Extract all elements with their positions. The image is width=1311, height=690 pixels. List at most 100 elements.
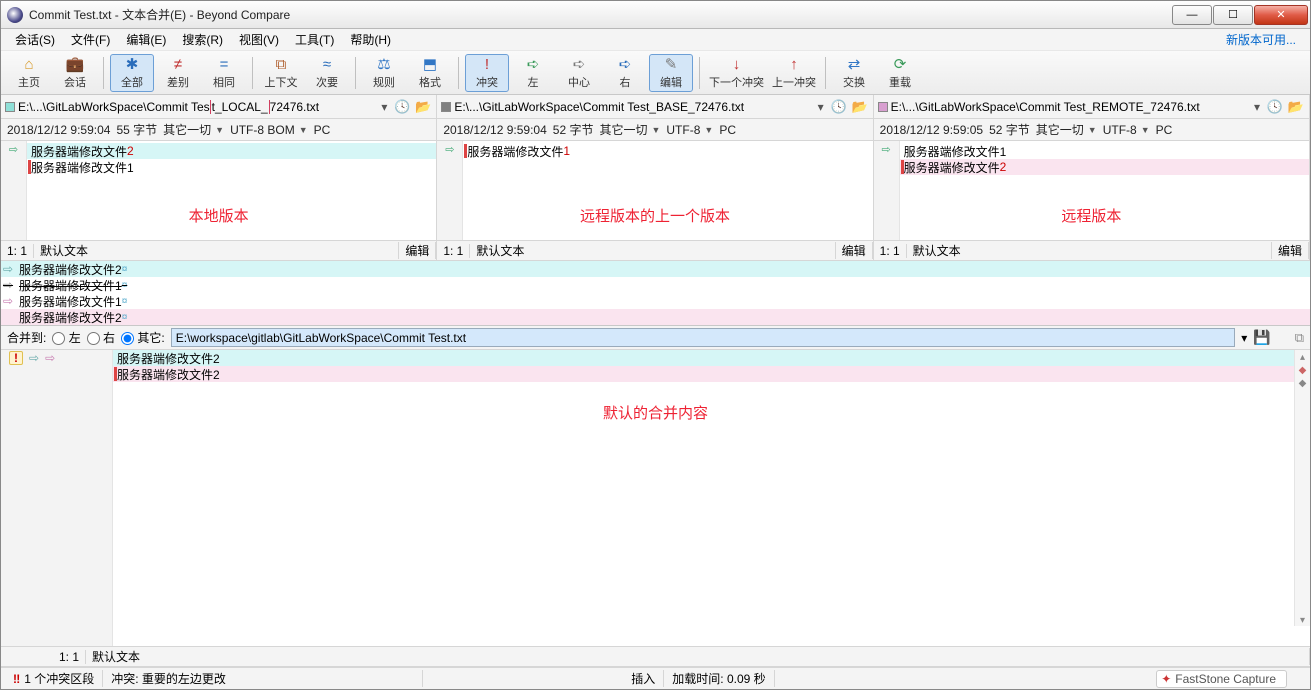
path-right[interactable]: E:\...\GitLabWorkSpace\Commit Test_REMOT…	[891, 100, 1248, 114]
toolbar-reload-button[interactable]: ⟳重载	[878, 54, 922, 92]
new-version-link[interactable]: 新版本可用...	[1226, 31, 1304, 48]
minimize-button[interactable]: —	[1172, 5, 1212, 25]
pane-center[interactable]: ⇨ 服务器端修改文件1 远程版本的上一个版本 1: 1 默认文本 编辑	[437, 141, 873, 260]
toolbar-home-button[interactable]: ⌂主页	[7, 54, 51, 92]
merge-to-left-radio[interactable]: 左	[52, 329, 80, 346]
output-line[interactable]: 服务器端修改文件2	[113, 366, 1310, 382]
format-icon: ⬒	[421, 55, 439, 73]
info-right: 2018/12/12 9:59:05 52 字节 其它一切▼ UTF-8▼ PC	[874, 119, 1310, 140]
conflict-count: ‼1 个冲突区段	[5, 670, 103, 687]
close-button[interactable]: ✕	[1254, 5, 1308, 25]
edit-icon: ✎	[662, 55, 680, 73]
toolbar-conflicts-button[interactable]: !冲突	[465, 54, 509, 92]
gutter: ⇨	[1, 141, 27, 240]
else-dropdown[interactable]: 其它一切	[163, 121, 211, 138]
text-area[interactable]: 服务器端修改文件1	[463, 141, 872, 240]
toolbar-all-button[interactable]: ✱全部	[110, 54, 154, 92]
menu-view[interactable]: 视图(V)	[231, 29, 287, 50]
text-area[interactable]: 服务器端修改文件2服务器端修改文件2	[113, 350, 1310, 646]
scroll-up-icon[interactable]: ▴	[1300, 352, 1305, 363]
merge-preview-line[interactable]: ⇨服务器端修改文件1¤	[1, 293, 1310, 309]
code-line[interactable]: 服务器端修改文件2	[900, 159, 1309, 175]
detach-icon[interactable]: ⧉	[1295, 330, 1304, 346]
dropdown-icon[interactable]: ▾	[815, 100, 827, 114]
output-pane[interactable]: !⇨⇨ 服务器端修改文件2服务器端修改文件2 ▴ ◆ ◆ ▾ 默认的合并内容 1…	[1, 350, 1310, 667]
pane-right[interactable]: ⇨ 服务器端修改文件1服务器端修改文件2 远程版本 1: 1 默认文本 编辑	[874, 141, 1310, 260]
merge-preview-line[interactable]: ⇨服务器端修改文件1¤	[1, 277, 1310, 293]
path-left[interactable]: E:\...\GitLabWorkSpace\Commit Test_LOCAL…	[18, 100, 375, 114]
encoding-dropdown[interactable]: UTF-8 BOM	[230, 123, 295, 137]
menu-help[interactable]: 帮助(H)	[342, 29, 399, 50]
history-icon[interactable]: 🕓	[393, 98, 411, 116]
merge-to-path-input[interactable]	[171, 328, 1235, 347]
dropdown-icon[interactable]: ▾	[1241, 331, 1247, 345]
pane-status: 1: 1 默认文本 编辑	[1, 240, 436, 260]
history-icon[interactable]: 🕓	[830, 98, 848, 116]
toolbar-label: 下一个冲突	[709, 74, 764, 90]
save-icon[interactable]: 💾	[1253, 329, 1270, 346]
browse-icon[interactable]: 📂	[1287, 98, 1305, 116]
scroll-down-icon[interactable]: ▾	[1300, 615, 1305, 626]
toolbar-label: 主页	[18, 74, 40, 90]
toolbar-right-button[interactable]: ➪右	[603, 54, 647, 92]
text-area[interactable]: 服务器端修改文件2服务器端修改文件1	[27, 141, 436, 240]
toolbar-minor-button[interactable]: ≈次要	[305, 54, 349, 92]
text-area[interactable]: 服务器端修改文件1服务器端修改文件2	[900, 141, 1309, 240]
info-center: 2018/12/12 9:59:04 52 字节 其它一切▼ UTF-8▼ PC	[437, 119, 873, 140]
code-line[interactable]: 服务器端修改文件2	[27, 143, 436, 159]
toolbar-swap-button[interactable]: ⇄交换	[832, 54, 876, 92]
toolbar-label: 相同	[213, 74, 235, 90]
merge-to-right-radio[interactable]: 右	[87, 329, 115, 346]
browse-icon[interactable]: 📂	[414, 98, 432, 116]
reload-icon: ⟳	[891, 55, 909, 73]
code-line[interactable]: 服务器端修改文件1	[27, 159, 436, 175]
toolbar-context-button[interactable]: ⧉上下文	[259, 54, 303, 92]
path-center-color	[441, 102, 451, 112]
code-line[interactable]: 服务器端修改文件1	[900, 143, 1309, 159]
merge-to-label: 合并到:	[7, 329, 46, 346]
toolbar-label: 上一冲突	[772, 74, 816, 90]
toolbar-edit-button[interactable]: ✎编辑	[649, 54, 693, 92]
encoding-dropdown[interactable]: UTF-8	[1103, 123, 1137, 137]
toolbar-center-button[interactable]: ➪中心	[557, 54, 601, 92]
browse-icon[interactable]: 📂	[851, 98, 869, 116]
else-dropdown[interactable]: 其它一切	[1036, 121, 1084, 138]
toolbar-next-conflict-button[interactable]: ↓下一个冲突	[706, 54, 767, 92]
menu-tools[interactable]: 工具(T)	[287, 29, 342, 50]
overview-strip[interactable]: ▴ ◆ ◆ ▾	[1294, 350, 1310, 626]
encoding-dropdown[interactable]: UTF-8	[666, 123, 700, 137]
merge-to-other-radio[interactable]: 其它:	[121, 329, 165, 346]
status-text: 默认文本	[34, 242, 399, 259]
dropdown-icon[interactable]: ▾	[378, 100, 390, 114]
merge-preview-line[interactable]: 服务器端修改文件2¤	[1, 309, 1310, 325]
toolbar-sessions-button[interactable]: 💼会话	[53, 54, 97, 92]
toolbar-same-button[interactable]: =相同	[202, 54, 246, 92]
app-window: Commit Test.txt - 文本合并(E) - Beyond Compa…	[0, 0, 1311, 690]
code-line[interactable]: 服务器端修改文件1	[463, 143, 872, 159]
toolbar-prev-conflict-button[interactable]: ↑上一冲突	[769, 54, 819, 92]
history-icon[interactable]: 🕓	[1266, 98, 1284, 116]
menu-session[interactable]: 会话(S)	[7, 29, 63, 50]
prev-conflict-icon: ↑	[785, 55, 803, 73]
toolbar-format-button[interactable]: ⬒格式	[408, 54, 452, 92]
toolbar-diffs-button[interactable]: ≠差别	[156, 54, 200, 92]
path-center[interactable]: E:\...\GitLabWorkSpace\Commit Test_BASE_…	[454, 100, 811, 114]
merge-preview-line[interactable]: ⇨服务器端修改文件2¤	[1, 261, 1310, 277]
pane-left[interactable]: ⇨ 服务器端修改文件2服务器端修改文件1 本地版本 1: 1 默认文本 编辑	[1, 141, 437, 260]
status-mode: 编辑	[399, 242, 436, 259]
menu-edit[interactable]: 编辑(E)	[118, 29, 174, 50]
toolbar-left-button[interactable]: ➪左	[511, 54, 555, 92]
conflict-detail: 冲突: 重要的左边更改	[103, 670, 423, 687]
dropdown-icon[interactable]: ▾	[1251, 100, 1263, 114]
statusbar: ‼1 个冲突区段 冲突: 重要的左边更改 插入 加载时间: 0.09 秒	[1, 667, 1310, 689]
toolbar-label: 交换	[843, 74, 865, 90]
load-time: 加载时间: 0.09 秒	[664, 670, 774, 687]
menu-search[interactable]: 搜索(R)	[174, 29, 231, 50]
titlebar: Commit Test.txt - 文本合并(E) - Beyond Compa…	[1, 1, 1310, 29]
path-right-color	[878, 102, 888, 112]
output-line[interactable]: 服务器端修改文件2	[113, 350, 1310, 366]
menu-file[interactable]: 文件(F)	[63, 29, 118, 50]
toolbar-rules-button[interactable]: ⚖规则	[362, 54, 406, 92]
else-dropdown[interactable]: 其它一切	[599, 121, 647, 138]
maximize-button[interactable]: ☐	[1213, 5, 1253, 25]
